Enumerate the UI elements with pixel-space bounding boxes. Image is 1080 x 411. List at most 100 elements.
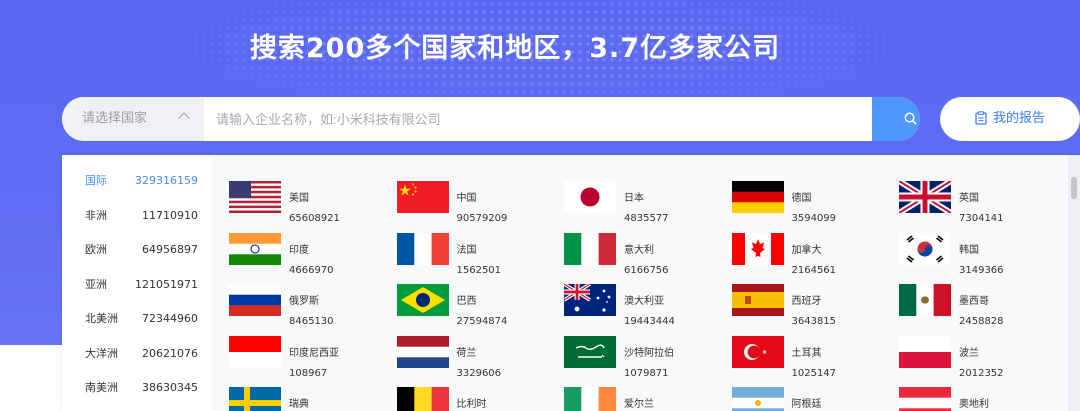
country-name: 中国: [456, 193, 477, 204]
region-item[interactable]: 欧洲 64956897: [62, 233, 212, 267]
country-name: 日本: [624, 193, 644, 204]
country-item[interactable]: 法国 1562501: [380, 216, 548, 276]
saudi-arabia-flag-icon: [564, 335, 616, 368]
mexico-flag-icon: [899, 284, 951, 316]
country-name: 比利时: [456, 399, 487, 410]
country-item[interactable]: 爱尔兰: [547, 370, 715, 411]
country-name: 澳大利亚: [624, 296, 664, 307]
country-item[interactable]: 俄罗斯 8465130: [212, 267, 380, 327]
country-item[interactable]: 比利时: [380, 370, 548, 411]
search-bar: 请选择国家 搜索: [62, 97, 920, 141]
scrollbar-thumb[interactable]: [1071, 177, 1077, 199]
country-name: 英国: [959, 193, 979, 204]
region-item[interactable]: 北美洲 72344960: [62, 302, 212, 336]
country-name: 瑞典: [289, 399, 309, 410]
country-name: 波兰: [959, 347, 979, 359]
country-name: 巴西: [456, 296, 477, 307]
country-name: 德国: [791, 193, 812, 204]
netherlands-flag-icon: [396, 335, 449, 368]
country-item[interactable]: 德国 3594099: [715, 164, 883, 224]
my-report-button[interactable]: 我的报告: [940, 97, 1080, 141]
turkey-flag-icon: [731, 335, 784, 368]
country-name: 加拿大: [791, 244, 822, 256]
country-name: 阿根廷: [791, 399, 822, 410]
region-count: 20621076: [142, 346, 198, 360]
my-report-label: 我的报告: [992, 111, 1045, 126]
argentina-flag-icon: [731, 387, 784, 411]
country-item[interactable]: 巴西 27594874: [380, 267, 548, 327]
country-name: 韩国: [959, 244, 979, 256]
region-list: 国际 329316159 非洲 11710910 欧洲 64956897 亚洲 1210519…: [62, 155, 212, 411]
korea-flag-icon: [899, 232, 951, 265]
spain-flag-icon: [731, 284, 784, 316]
country-name: 奥地利: [959, 399, 989, 410]
search-icon: [904, 112, 916, 125]
country-item[interactable]: 韩国 3149366: [882, 216, 1050, 276]
region-count: 329316159: [135, 174, 198, 187]
country-item[interactable]: 意大利 6166756: [547, 216, 715, 276]
country-item[interactable]: 西班牙 3643815: [715, 267, 883, 327]
italy-flag-icon: [564, 232, 616, 265]
indonesia-flag-icon: [229, 335, 281, 368]
uk-flag-icon: [899, 181, 951, 213]
country-item[interactable]: 印度尼西亚 108967: [212, 319, 380, 379]
country-item[interactable]: 沙特阿拉伯 1079871: [547, 319, 715, 379]
sweden-flag-icon: [229, 387, 281, 411]
country-select-label: 请选择国家: [82, 111, 148, 126]
country-item[interactable]: 日本 4835577: [547, 164, 715, 224]
brazil-flag-icon: [396, 284, 449, 316]
india-flag-icon: [229, 232, 281, 265]
region-item[interactable]: 大洋洲 20621076: [62, 337, 212, 371]
report-icon: [975, 111, 987, 125]
region-count: 11710910: [142, 208, 198, 222]
search-button[interactable]: 搜索: [872, 97, 920, 141]
country-name: 沙特阿拉伯: [624, 347, 674, 359]
china-flag-icon: [396, 181, 449, 213]
country-item[interactable]: 阿根廷: [715, 370, 883, 411]
chevron-up-icon: [178, 112, 190, 124]
russia-flag-icon: [229, 284, 281, 316]
belgium-flag-icon: [396, 387, 449, 411]
company-search-input[interactable]: [204, 97, 872, 141]
region-count: 72344960: [142, 312, 198, 325]
country-name: 土耳其: [791, 347, 822, 359]
scrollbar[interactable]: [1068, 155, 1080, 411]
country-item[interactable]: 美国 65608921: [212, 164, 380, 224]
france-flag-icon: [396, 232, 449, 265]
country-item[interactable]: 澳大利亚 19443444: [547, 267, 715, 327]
region-item[interactable]: 南美洲 38630345: [62, 371, 212, 405]
japan-flag-icon: [564, 181, 616, 213]
country-item[interactable]: 奥地利: [882, 370, 1050, 411]
region-count: 121051971: [135, 277, 198, 291]
germany-flag-icon: [731, 181, 784, 213]
country-name: 俄罗斯: [289, 296, 319, 307]
us-flag-icon: [229, 181, 281, 213]
country-name: 美国: [289, 193, 309, 204]
region-name: 国际: [85, 174, 107, 187]
region-item[interactable]: 亚洲 121051971: [62, 268, 212, 302]
country-item[interactable]: 土耳其 1025147: [715, 319, 883, 379]
country-name: 西班牙: [791, 296, 822, 307]
poland-flag-icon: [899, 335, 951, 368]
australia-flag-icon: [564, 284, 616, 316]
country-item[interactable]: 中国 90579209: [380, 164, 548, 224]
country-name: 法国: [456, 244, 477, 256]
country-item[interactable]: 英国 7304141: [882, 164, 1050, 224]
country-item[interactable]: 瑞典: [212, 370, 380, 411]
country-name: 爱尔兰: [624, 399, 654, 410]
country-name: 荷兰: [456, 347, 477, 359]
country-item[interactable]: 印度 4666970: [212, 216, 380, 276]
country-name: 墨西哥: [959, 296, 989, 307]
country-item[interactable]: 荷兰 3329606: [380, 319, 548, 379]
country-item[interactable]: 波兰 2012352: [882, 319, 1050, 379]
country-item[interactable]: 加拿大 2164561: [715, 216, 883, 276]
country-select[interactable]: 请选择国家: [62, 97, 204, 141]
region-item[interactable]: 国际 329316159: [62, 164, 212, 198]
region-name: 非洲: [85, 208, 107, 222]
region-item[interactable]: 非洲 11710910: [62, 199, 212, 233]
country-grid: 美国 65608921 中国 90579209 日本 4835577 德国 3594099 英国…: [212, 155, 1068, 411]
region-name: 北美洲: [85, 312, 118, 325]
country-item[interactable]: 墨西哥 2458828: [882, 267, 1050, 327]
austria-flag-icon: [899, 387, 951, 411]
ireland-flag-icon: [564, 387, 616, 411]
